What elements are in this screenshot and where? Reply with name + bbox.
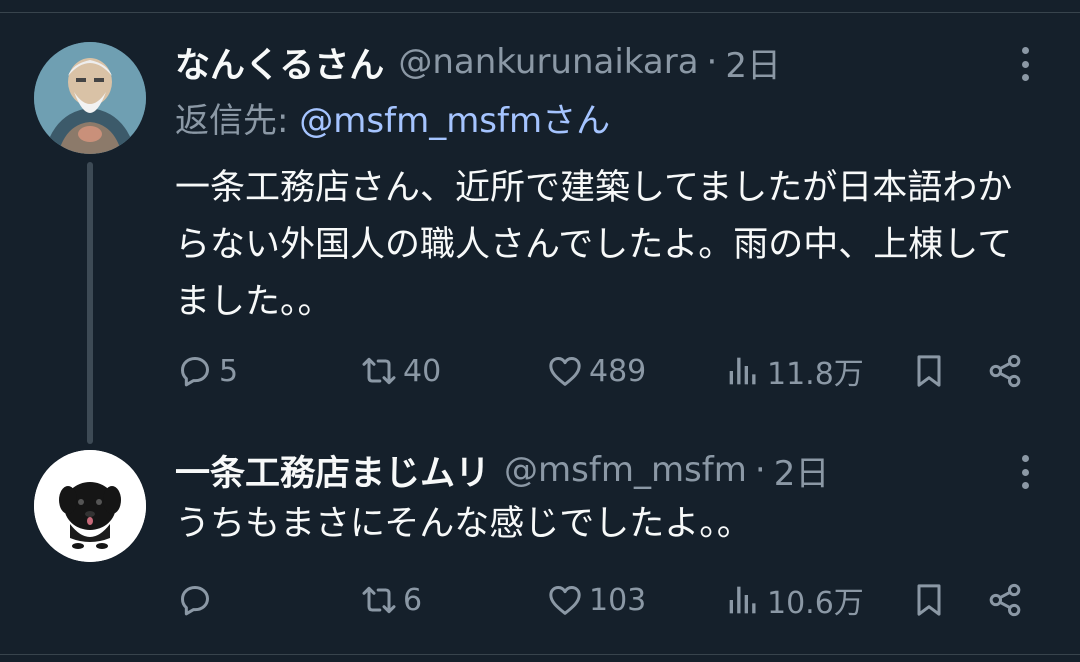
separator-dot: · — [754, 450, 766, 490]
bookmark-icon — [917, 584, 941, 616]
bottom-divider — [0, 654, 1080, 655]
share-icon — [989, 583, 1021, 617]
tweet-header: なんくるさん @nankurunaikara · 2日 — [175, 38, 1055, 86]
reply-icon — [181, 586, 209, 616]
bookmark-button[interactable] — [909, 347, 949, 395]
action-bar: 6 103 10.6万 — [175, 576, 1055, 624]
views-button[interactable]: 11.8万 — [723, 347, 864, 395]
tweet-text: 一条工務店さん、近所で建築してましたが日本語わからない外国人の職人さんでしたよ。… — [175, 168, 1013, 322]
like-button[interactable]: 103 — [545, 576, 646, 624]
separator-dot: · — [706, 42, 718, 82]
view-count: 11.8万 — [767, 357, 864, 392]
tweet-header: 一条工務店まじムリ @msfm_msfm · 2日 — [175, 446, 1055, 494]
share-icon — [989, 354, 1021, 388]
elder-avatar-icon — [34, 42, 146, 154]
user-handle[interactable]: @nankurunaikara — [398, 42, 698, 82]
bookmark-button[interactable] — [909, 576, 949, 624]
reply-button[interactable]: 5 — [175, 347, 238, 395]
action-bar: 5 40 489 11.8万 — [175, 347, 1055, 395]
like-icon — [549, 586, 581, 615]
views-icon — [729, 357, 756, 385]
reply-to-label: 返信先: — [175, 101, 300, 141]
user-handle[interactable]: @msfm_msfm — [504, 450, 747, 490]
reply-to-line: 返信先: @msfm_msfmさん — [175, 96, 1055, 146]
views-button[interactable]: 10.6万 — [723, 576, 864, 624]
display-name[interactable]: 一条工務店まじムリ — [175, 445, 490, 496]
avatar-msfm[interactable] — [34, 450, 146, 562]
retweet-count: 40 — [403, 353, 442, 389]
like-count: 103 — [589, 582, 647, 618]
retweet-count: 6 — [403, 582, 423, 618]
tweet-text: うちもまさにそんな感じでしたよ。。 — [175, 504, 752, 544]
like-icon — [549, 357, 581, 386]
views-icon — [729, 586, 756, 614]
share-button[interactable] — [985, 347, 1025, 395]
timestamp[interactable]: 2日 — [725, 38, 781, 87]
bookmark-icon — [917, 355, 941, 387]
view-count: 10.6万 — [767, 586, 864, 621]
avatar-nankurusan[interactable] — [34, 42, 146, 154]
thread-connector-line — [87, 162, 93, 444]
display-name[interactable]: なんくるさん — [175, 37, 384, 88]
black-dog-avatar-icon — [34, 450, 146, 562]
reply-to-mention[interactable]: @msfm_msfmさん — [299, 101, 610, 141]
tweet-1[interactable]: なんくるさん @nankurunaikara · 2日 返信先: @msfm_m… — [175, 38, 1055, 392]
reply-button[interactable] — [175, 576, 219, 624]
more-icon[interactable] — [1011, 44, 1039, 84]
retweet-icon — [362, 586, 396, 614]
reply-icon — [181, 357, 209, 387]
top-divider — [0, 12, 1080, 13]
retweet-button[interactable]: 6 — [359, 576, 422, 624]
more-icon[interactable] — [1011, 452, 1039, 492]
retweet-icon — [362, 357, 396, 385]
reply-count: 5 — [219, 353, 239, 389]
tweet-2[interactable]: 一条工務店まじムリ @msfm_msfm · 2日 うちもまさにそんな感じでした… — [175, 446, 1055, 621]
like-count: 489 — [589, 353, 647, 389]
share-button[interactable] — [985, 576, 1025, 624]
timestamp[interactable]: 2日 — [774, 446, 830, 495]
like-button[interactable]: 489 — [545, 347, 646, 395]
retweet-button[interactable]: 40 — [359, 347, 441, 395]
